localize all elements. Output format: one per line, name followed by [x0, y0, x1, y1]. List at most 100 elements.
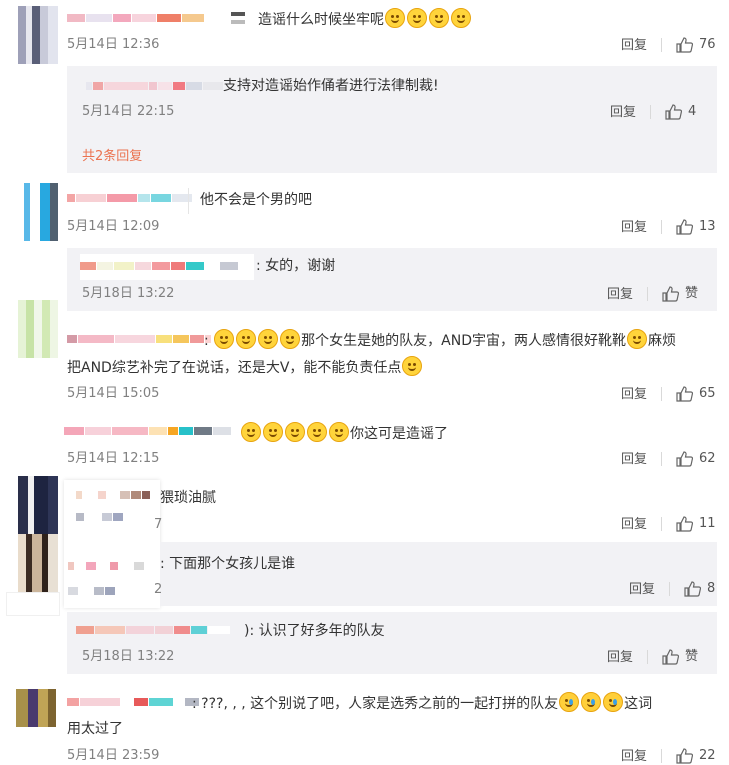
- like-button[interactable]: 赞: [662, 285, 698, 303]
- comment-text: 你这可是造谣了: [240, 422, 448, 444]
- divider: [650, 105, 651, 119]
- avatar[interactable]: [18, 6, 58, 64]
- like-count: 4: [688, 104, 697, 119]
- like-button[interactable]: 76: [676, 36, 716, 54]
- divider: [661, 517, 662, 531]
- masked-overlay: [10, 727, 56, 747]
- like-button[interactable]: 赞: [662, 648, 698, 666]
- cry-laugh-emoji-icon: [581, 692, 602, 712]
- avatar[interactable]: [18, 534, 58, 592]
- like-button[interactable]: 13: [676, 218, 716, 236]
- smile-emoji-icon: [407, 8, 427, 28]
- username-masked[interactable]: [64, 422, 232, 440]
- like-count: 11: [699, 516, 716, 531]
- username-masked[interactable]: [76, 486, 151, 504]
- reply-button[interactable]: 回复: [610, 104, 636, 122]
- thumbs-up-icon: [676, 451, 693, 467]
- username-masked[interactable]: [86, 77, 224, 95]
- divider: [661, 749, 662, 763]
- masked-overlay: [6, 592, 60, 616]
- comment-text: : 那个女生是她的队友，AND宇宙，两人感情很好靴靴 麻烦: [204, 329, 676, 351]
- reply-button[interactable]: 回复: [621, 748, 647, 765]
- smile-emoji-icon: [263, 422, 283, 442]
- smile-emoji-icon: [241, 422, 261, 442]
- thumbs-up-icon: [684, 581, 701, 597]
- avatar[interactable]: [18, 300, 58, 358]
- reply-button[interactable]: 回复: [621, 516, 647, 534]
- username-masked[interactable]: [67, 330, 212, 348]
- smile-emoji-icon: [236, 329, 257, 349]
- comment-text: 造谣什么时候坐牢呢: [258, 8, 472, 30]
- smile-emoji-icon: [627, 329, 648, 349]
- divider: [647, 287, 648, 301]
- reply-time: 5月14日 22:15: [82, 104, 175, 119]
- reply-button[interactable]: 回复: [607, 286, 633, 304]
- thumbs-up-icon: [662, 649, 679, 665]
- like-count: 76: [699, 37, 716, 52]
- comment-time: 5月14日 15:05: [67, 386, 160, 401]
- like-button[interactable]: 65: [676, 385, 716, 403]
- reply-button[interactable]: 回复: [621, 37, 647, 55]
- reply-text: : 女的，谢谢: [256, 258, 336, 274]
- comment-time: 5月14日 12:09: [67, 219, 160, 234]
- username-masked[interactable]: [67, 9, 205, 27]
- thumbs-up-icon: [665, 104, 682, 120]
- reply-text: ): 认识了好多年的队友: [244, 623, 385, 639]
- like-count: 65: [699, 386, 716, 401]
- divider: [661, 220, 662, 234]
- like-button[interactable]: 22: [676, 747, 716, 765]
- divider: [647, 650, 648, 664]
- view-replies-link[interactable]: 共2条回复: [82, 145, 142, 164]
- reply-time: 5月18日 13:22: [82, 286, 175, 301]
- like-count: 62: [699, 451, 716, 466]
- reply-button[interactable]: 回复: [621, 386, 647, 404]
- avatar[interactable]: [18, 476, 58, 534]
- username-masked[interactable]: [68, 582, 116, 600]
- smile-emoji-icon: [429, 8, 449, 28]
- username-masked[interactable]: [76, 508, 124, 526]
- username-masked[interactable]: [68, 557, 145, 575]
- divider: [669, 582, 670, 596]
- avatar[interactable]: [18, 183, 58, 241]
- like-button[interactable]: 62: [676, 450, 716, 468]
- thumbs-up-icon: [676, 219, 693, 235]
- comment-time: 5月14日 12:15: [67, 451, 160, 466]
- smile-emoji-icon: [285, 422, 305, 442]
- reply-button[interactable]: 回复: [629, 581, 655, 599]
- comment-text-line2: 用太过了: [67, 721, 123, 737]
- comment-text: : ???, , , 这个别说了吧，人家是选秀之前的一起打拼的队友 这词: [192, 692, 652, 714]
- reply-button[interactable]: 回复: [621, 219, 647, 237]
- smile-emoji-icon: [402, 356, 423, 376]
- username-masked[interactable]: [76, 621, 231, 639]
- smile-emoji-icon: [280, 329, 301, 349]
- like-count: 13: [699, 219, 716, 234]
- username-masked[interactable]: [80, 257, 239, 275]
- username-masked[interactable]: [67, 693, 200, 711]
- smile-emoji-icon: [451, 8, 471, 28]
- smile-emoji-icon: [307, 422, 327, 442]
- thumbs-up-icon: [662, 286, 679, 302]
- comment-time: 7: [154, 517, 163, 532]
- comment-text-line2: 把AND综艺补完了在说话，还是大V，能不能负责任点: [67, 356, 423, 378]
- comment-text: 他不会是个男的吧: [200, 192, 312, 208]
- reply-button[interactable]: 回复: [607, 649, 633, 667]
- reply-time: 5月18日 13:22: [82, 649, 175, 664]
- like-button[interactable]: 8: [684, 580, 715, 598]
- smile-emoji-icon: [214, 329, 235, 349]
- smile-emoji-icon: [258, 329, 279, 349]
- like-button[interactable]: 11: [676, 515, 716, 533]
- thumbs-up-icon: [676, 516, 693, 532]
- username-masked[interactable]: [67, 189, 193, 207]
- comment-time: 5月14日 12:36: [67, 37, 160, 52]
- like-label: 赞: [685, 286, 699, 301]
- reply-button[interactable]: 回复: [621, 451, 647, 469]
- divider: [661, 38, 662, 52]
- like-label: 赞: [685, 649, 699, 664]
- smile-emoji-icon: [385, 8, 405, 28]
- comment-text: 猥琐油腻: [160, 490, 216, 506]
- avatar[interactable]: [16, 689, 56, 727]
- like-button[interactable]: 4: [665, 103, 696, 121]
- divider: [188, 188, 189, 214]
- divider: [661, 452, 662, 466]
- cry-laugh-emoji-icon: [559, 692, 580, 712]
